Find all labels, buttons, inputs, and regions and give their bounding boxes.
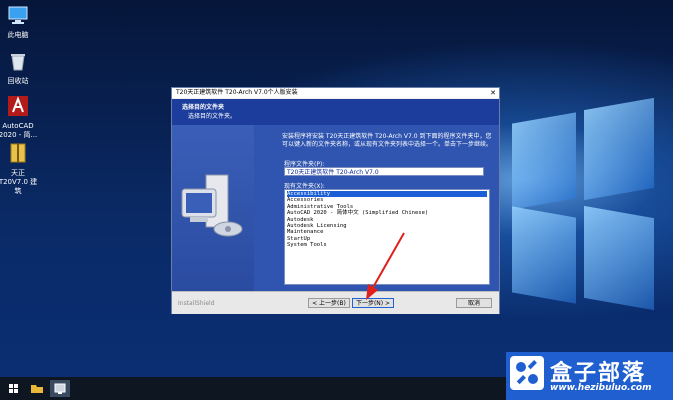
watermark-url: www.hezibuluo.com — [550, 383, 652, 393]
windows-start-icon[interactable] — [4, 380, 24, 397]
installer-task-icon[interactable] — [50, 380, 70, 397]
hezibuluo-logo-icon — [510, 356, 544, 390]
site-watermark: 盒子部落 www.hezibuluo.com — [506, 352, 673, 400]
file-explorer-icon[interactable] — [27, 380, 47, 397]
annotation-arrow — [366, 232, 405, 300]
